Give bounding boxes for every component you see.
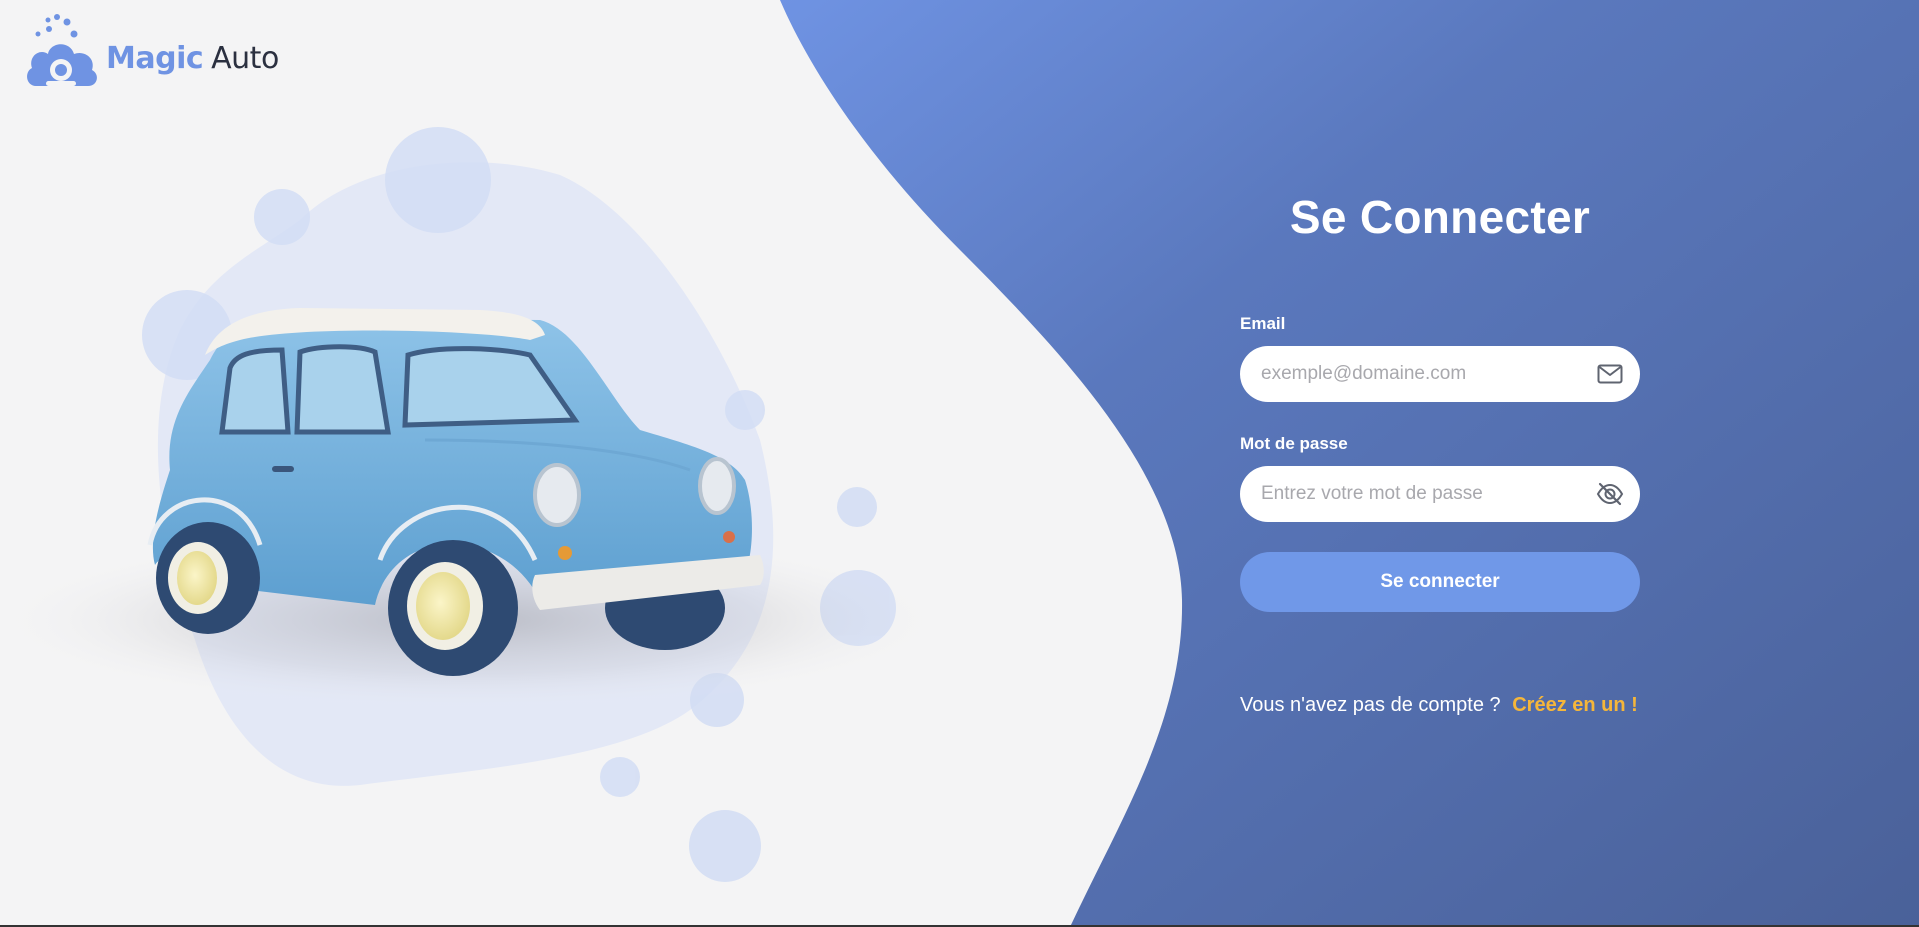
- password-label: Mot de passe: [1240, 434, 1348, 453]
- email-field[interactable]: [1240, 346, 1581, 402]
- email-label: Email: [1240, 314, 1286, 333]
- envelope-icon: [1596, 360, 1624, 388]
- password-field[interactable]: [1240, 466, 1581, 522]
- brand-logo[interactable]: Magic Auto: [24, 12, 279, 90]
- brand-name-light: Auto: [211, 40, 279, 76]
- eye-slash-icon[interactable]: [1596, 480, 1624, 508]
- login-form: Se Connecter Email Mot de passe: [1240, 190, 1640, 717]
- no-account-text: Vous n'avez pas de compte ?: [1240, 694, 1501, 716]
- car-cloud-logo-icon: [27, 14, 97, 86]
- brand-name-bold: Magic: [106, 40, 204, 76]
- login-button[interactable]: Se connecter: [1240, 552, 1640, 612]
- signup-link[interactable]: Créez en un !: [1512, 694, 1638, 716]
- page-title: Se Connecter: [1289, 191, 1591, 243]
- signup-prompt: Vous n'avez pas de compte ? Créez en un …: [1240, 694, 1640, 717]
- brand-name: Magic Auto: [106, 41, 279, 76]
- car-illustration: [0, 127, 950, 882]
- password-field-wrapper: [1240, 466, 1640, 522]
- email-field-wrapper: [1240, 346, 1640, 402]
- login-page: MagicAuto Se Connecter Email Mot de pass…: [0, 0, 1919, 927]
